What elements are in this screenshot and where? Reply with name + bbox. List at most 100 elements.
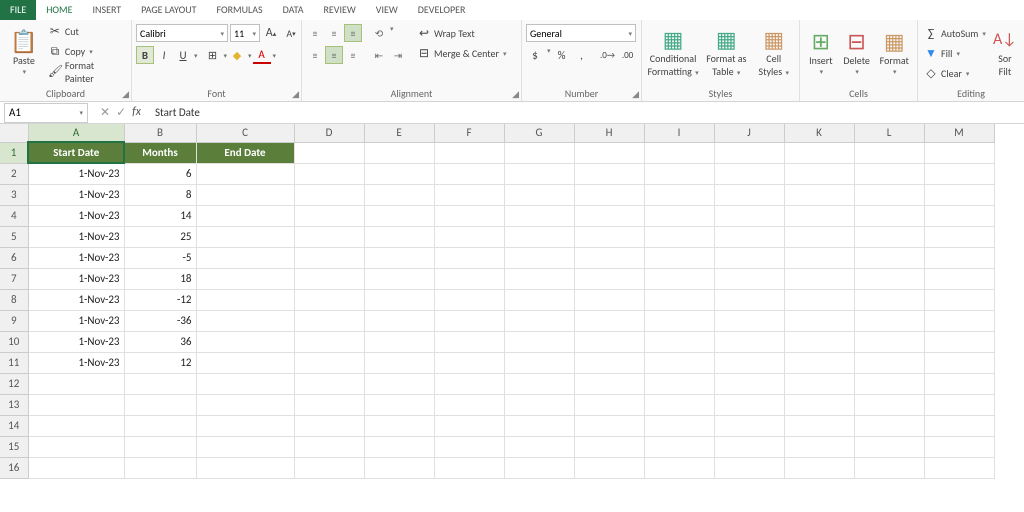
cell-G9[interactable] bbox=[504, 310, 574, 331]
tab-review[interactable]: REVIEW bbox=[313, 0, 365, 20]
cell-D9[interactable] bbox=[294, 310, 364, 331]
tab-developer[interactable]: DEVELOPER bbox=[408, 0, 476, 20]
cell-I10[interactable] bbox=[644, 331, 714, 352]
dialog-launcher-icon[interactable]: ◢ bbox=[122, 89, 129, 100]
cell-F5[interactable] bbox=[434, 226, 504, 247]
cell-J14[interactable] bbox=[714, 415, 784, 436]
cell-B16[interactable] bbox=[124, 457, 196, 478]
bold-button[interactable]: B bbox=[136, 46, 154, 64]
paste-button[interactable]: 📋 Paste ▾ bbox=[4, 22, 44, 84]
cell-L3[interactable] bbox=[854, 184, 924, 205]
cell-M11[interactable] bbox=[924, 352, 994, 373]
cell-K9[interactable] bbox=[784, 310, 854, 331]
cell-J3[interactable] bbox=[714, 184, 784, 205]
cell-K12[interactable] bbox=[784, 373, 854, 394]
cell-I5[interactable] bbox=[644, 226, 714, 247]
cell-D5[interactable] bbox=[294, 226, 364, 247]
cell-I15[interactable] bbox=[644, 436, 714, 457]
percent-button[interactable]: % bbox=[553, 46, 571, 64]
cell-C13[interactable] bbox=[196, 394, 294, 415]
cell-H16[interactable] bbox=[574, 457, 644, 478]
cell-F9[interactable] bbox=[434, 310, 504, 331]
cell-B9[interactable]: -36 bbox=[124, 310, 196, 331]
format-as-table-button[interactable]: ▦ Format as Table ▾ bbox=[702, 22, 750, 84]
cell-A14[interactable] bbox=[28, 415, 124, 436]
cell-F7[interactable] bbox=[434, 268, 504, 289]
cell-D2[interactable] bbox=[294, 163, 364, 184]
cell-M15[interactable] bbox=[924, 436, 994, 457]
cell-C11[interactable] bbox=[196, 352, 294, 373]
column-header-E[interactable]: E bbox=[364, 124, 434, 142]
tab-page-layout[interactable]: PAGE LAYOUT bbox=[131, 0, 206, 20]
cell-A12[interactable] bbox=[28, 373, 124, 394]
tab-home[interactable]: HOME bbox=[36, 0, 82, 20]
cell-L15[interactable] bbox=[854, 436, 924, 457]
cell-B6[interactable]: -5 bbox=[124, 247, 196, 268]
row-header-2[interactable]: 2 bbox=[0, 163, 28, 184]
cell-F6[interactable] bbox=[434, 247, 504, 268]
cell-A16[interactable] bbox=[28, 457, 124, 478]
cell-C9[interactable] bbox=[196, 310, 294, 331]
cell-J12[interactable] bbox=[714, 373, 784, 394]
fx-icon[interactable]: fx bbox=[132, 105, 141, 120]
cell-L6[interactable] bbox=[854, 247, 924, 268]
cell-I1[interactable] bbox=[644, 142, 714, 163]
cell-M12[interactable] bbox=[924, 373, 994, 394]
cell-D10[interactable] bbox=[294, 331, 364, 352]
cell-B13[interactable] bbox=[124, 394, 196, 415]
cell-F1[interactable] bbox=[434, 142, 504, 163]
cell-I11[interactable] bbox=[644, 352, 714, 373]
row-header-7[interactable]: 7 bbox=[0, 268, 28, 289]
cell-I4[interactable] bbox=[644, 205, 714, 226]
cell-M7[interactable] bbox=[924, 268, 994, 289]
cell-L11[interactable] bbox=[854, 352, 924, 373]
cell-H12[interactable] bbox=[574, 373, 644, 394]
cell-B7[interactable]: 18 bbox=[124, 268, 196, 289]
cell-B15[interactable] bbox=[124, 436, 196, 457]
column-header-L[interactable]: L bbox=[854, 124, 924, 142]
cell-A3[interactable]: 1-Nov-23 bbox=[28, 184, 124, 205]
underline-button[interactable]: U bbox=[174, 46, 192, 64]
cell-K4[interactable] bbox=[784, 205, 854, 226]
cell-D15[interactable] bbox=[294, 436, 364, 457]
dialog-launcher-icon[interactable]: ◢ bbox=[512, 89, 519, 100]
cell-A4[interactable]: 1-Nov-23 bbox=[28, 205, 124, 226]
row-header-13[interactable]: 13 bbox=[0, 394, 28, 415]
sort-filter-button[interactable]: A↓ Sor Filt bbox=[990, 22, 1020, 84]
cell-G6[interactable] bbox=[504, 247, 574, 268]
cell-J6[interactable] bbox=[714, 247, 784, 268]
cell-C6[interactable] bbox=[196, 247, 294, 268]
cell-C16[interactable] bbox=[196, 457, 294, 478]
cell-K10[interactable] bbox=[784, 331, 854, 352]
cell-K5[interactable] bbox=[784, 226, 854, 247]
cell-G3[interactable] bbox=[504, 184, 574, 205]
row-header-3[interactable]: 3 bbox=[0, 184, 28, 205]
cell-M3[interactable] bbox=[924, 184, 994, 205]
cell-B12[interactable] bbox=[124, 373, 196, 394]
cell-D1[interactable] bbox=[294, 142, 364, 163]
row-header-11[interactable]: 11 bbox=[0, 352, 28, 373]
cell-E1[interactable] bbox=[364, 142, 434, 163]
cell-D16[interactable] bbox=[294, 457, 364, 478]
cell-B8[interactable]: -12 bbox=[124, 289, 196, 310]
cell-L1[interactable] bbox=[854, 142, 924, 163]
cell-C10[interactable] bbox=[196, 331, 294, 352]
cell-B10[interactable]: 36 bbox=[124, 331, 196, 352]
cell-E13[interactable] bbox=[364, 394, 434, 415]
column-header-H[interactable]: H bbox=[574, 124, 644, 142]
border-button[interactable]: ⊞ bbox=[204, 46, 222, 64]
cell-K1[interactable] bbox=[784, 142, 854, 163]
tab-view[interactable]: VIEW bbox=[366, 0, 408, 20]
cell-F8[interactable] bbox=[434, 289, 504, 310]
cell-G8[interactable] bbox=[504, 289, 574, 310]
accounting-button[interactable]: $ bbox=[526, 46, 544, 64]
cell-E8[interactable] bbox=[364, 289, 434, 310]
cell-I14[interactable] bbox=[644, 415, 714, 436]
cell-G12[interactable] bbox=[504, 373, 574, 394]
cell-E12[interactable] bbox=[364, 373, 434, 394]
worksheet-grid[interactable]: ABCDEFGHIJKLM1Start DateMonthsEnd Date21… bbox=[0, 124, 1024, 479]
cell-I8[interactable] bbox=[644, 289, 714, 310]
cell-H7[interactable] bbox=[574, 268, 644, 289]
cell-I2[interactable] bbox=[644, 163, 714, 184]
cell-F13[interactable] bbox=[434, 394, 504, 415]
